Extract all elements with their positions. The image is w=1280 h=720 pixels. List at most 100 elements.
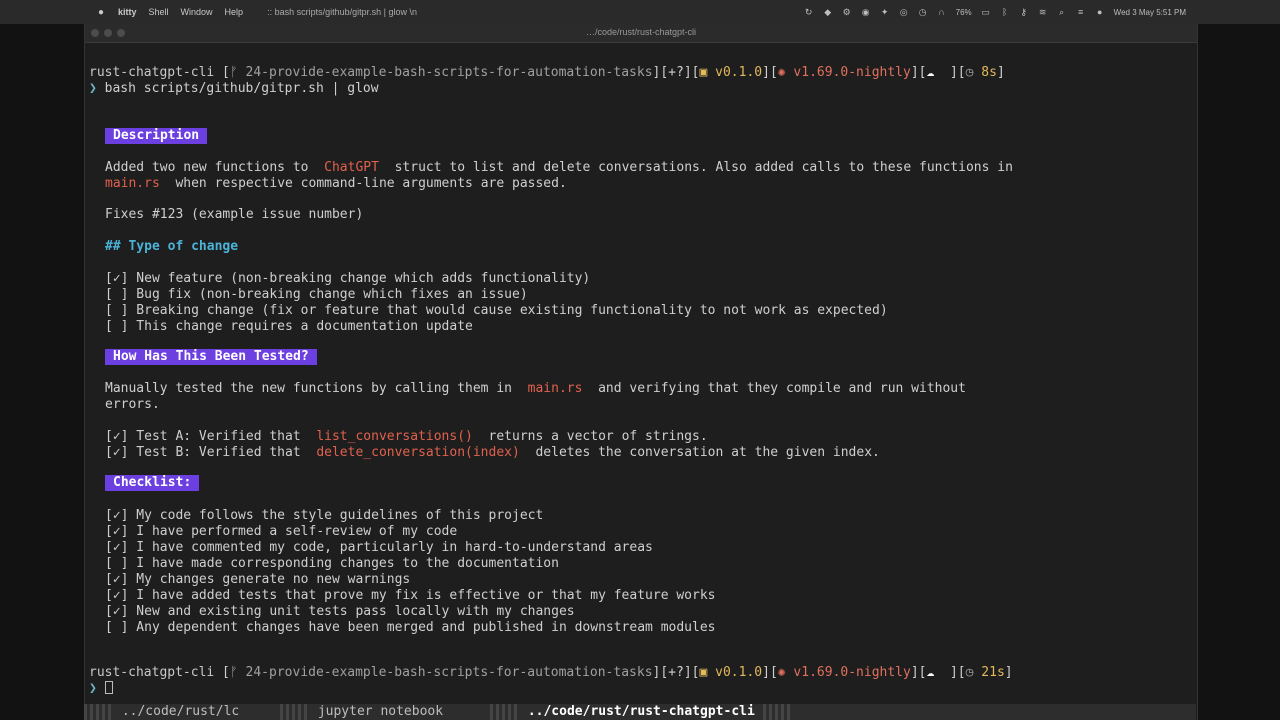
wifi-icon[interactable]: ≋: [1038, 7, 1048, 17]
extension-icon[interactable]: ◆: [823, 7, 833, 17]
inline-code: ChatGPT: [316, 160, 387, 175]
test-text: deletes the conversation at the given in…: [527, 445, 880, 460]
checklist-item: [✓] My changes generate no new warnings: [105, 572, 411, 587]
shell-prompt: rust-chatgpt-cli [ᚠ 24-provide-example-b…: [89, 65, 1005, 81]
tested-text: and verifying that they compile and run …: [590, 381, 966, 396]
description-heading: Description: [105, 128, 208, 144]
status-area: ↻ ◆ ⚙ ◉ ✦ ◎ ◷ ∩ 76% ▭ ᛒ ⚷ ≋ ⌕ ≡ ● Wed 3 …: [804, 0, 1186, 24]
git-branch-name: 24-provide-example-bash-scripts-for-auto…: [237, 65, 653, 80]
record-icon[interactable]: ◎: [899, 7, 909, 17]
checklist-item: [ ] Breaking change (fix or feature that…: [105, 303, 888, 318]
fixes-line: Fixes #123 (example issue number): [105, 207, 364, 222]
rust-version: ✺ v1.69.0-nightly: [778, 665, 911, 680]
tab-label: ../code/rust/lc: [114, 704, 248, 719]
rust-icon: ✺: [777, 665, 786, 680]
rust-version-text: v1.69.0-nightly: [785, 665, 911, 680]
checklist-item: [✓] I have commented my code, particular…: [105, 540, 653, 555]
search-icon[interactable]: ⌕: [1057, 7, 1067, 17]
input-line[interactable]: ❯: [89, 681, 113, 697]
rust-icon: ✺: [777, 65, 786, 80]
command-line: ❯ bash scripts/github/gitpr.sh | glow: [89, 81, 379, 97]
cmd-duration-text: 21s: [973, 665, 1005, 680]
prompt-dir: rust-chatgpt-cli: [89, 65, 215, 80]
checklist-item: [ ] This change requires a documentation…: [105, 319, 473, 334]
tab-separator: [490, 704, 520, 720]
cmd-duration: ◷ 21s: [966, 665, 1005, 680]
menu-item-help[interactable]: Help: [225, 7, 244, 17]
package-version-text: v0.1.0: [707, 65, 763, 80]
tested-heading-line: How Has This Been Tested?: [105, 349, 317, 365]
description-text: struct to list and delete conversations.…: [386, 160, 1013, 175]
checklist-item: [✓] New and existing unit tests pass loc…: [105, 604, 575, 619]
menu-datetime: Wed 3 May 5:51 PM: [1113, 7, 1186, 17]
package-version-text: v0.1.0: [707, 665, 763, 680]
tab-rust-chatgpt-cli[interactable]: ../code/rust/rust-chatgpt-cli: [490, 704, 793, 720]
github-icon[interactable]: ◉: [861, 7, 871, 17]
settings-icon[interactable]: ⚙: [842, 7, 852, 17]
description-line: main.rs when respective command-line arg…: [105, 176, 567, 192]
tab-separator: [280, 704, 310, 720]
command-text: bash scripts/github/gitpr.sh | glow: [96, 81, 379, 96]
rust-version-text: v1.69.0-nightly: [785, 65, 911, 80]
tab-separator: [762, 704, 793, 720]
description-line: Added two new functions to ChatGPT struc…: [105, 160, 1013, 176]
checklist-item: [ ] I have made corresponding changes to…: [105, 556, 559, 571]
inline-code: main.rs: [105, 176, 160, 191]
checklist-heading: Checklist:: [105, 475, 200, 491]
key-icon[interactable]: ⚷: [1019, 7, 1029, 17]
battery-icon[interactable]: ▭: [981, 7, 991, 17]
cmd-duration: ◷ 8s: [966, 65, 997, 80]
git-status: ][+?][: [652, 665, 700, 680]
inline-code: list_conversations(): [308, 429, 481, 444]
test-text: [✓] Test A: Verified that: [105, 429, 309, 444]
text-cursor: [104, 681, 113, 694]
checklist-item: [✓] New feature (non-breaking change whi…: [105, 271, 591, 286]
tested-line: Manually tested the new functions by cal…: [105, 381, 966, 397]
checklist-heading-line: Checklist:: [105, 475, 200, 491]
checklist-item: [✓] My code follows the style guidelines…: [105, 508, 544, 523]
apple-icon[interactable]: ●: [96, 7, 106, 18]
prompt-separator: ][: [762, 65, 778, 80]
checklist-item: [ ] Any dependent changes have been merg…: [105, 620, 716, 635]
tab-jupyter-notebook[interactable]: jupyter notebook: [280, 704, 451, 720]
test-item: [✓] Test B: Verified that delete_convers…: [105, 445, 880, 461]
test-text: [✓] Test B: Verified that: [105, 445, 309, 460]
prompt-bracket: [: [214, 665, 230, 680]
control-center-icon[interactable]: ≡: [1076, 7, 1086, 17]
prompt-bracket: [: [214, 65, 230, 80]
tab-lc[interactable]: ../code/rust/lc: [84, 704, 247, 720]
inline-code: delete_conversation(index): [308, 445, 528, 460]
menu-item-shell[interactable]: Shell: [149, 7, 169, 17]
tab-label: jupyter notebook: [310, 704, 451, 719]
siri-icon[interactable]: ●: [1095, 7, 1105, 17]
checklist-item: [✓] I have performed a self-review of my…: [105, 524, 458, 539]
description-text: when respective command-line arguments a…: [159, 176, 567, 191]
window-title: …/code/rust/rust-chatgpt-cli: [585, 27, 697, 37]
vpn-icon[interactable]: ✦: [880, 7, 890, 17]
prompt-separator: ][: [910, 665, 927, 680]
test-item: [✓] Test A: Verified that list_conversat…: [105, 429, 708, 445]
prompt-separator: ][: [762, 665, 778, 680]
battery-percent: 76%: [955, 7, 972, 17]
menu-app-name[interactable]: kitty: [118, 7, 137, 17]
test-text: returns a vector of strings.: [480, 429, 708, 444]
prompt-symbol: ❯: [89, 81, 97, 96]
tested-heading: How Has This Been Tested?: [105, 349, 317, 365]
sync-icon[interactable]: ↻: [804, 7, 814, 17]
clock-icon[interactable]: ◷: [918, 7, 928, 17]
tested-line: errors.: [105, 397, 160, 412]
shell-prompt: rust-chatgpt-cli [ᚠ 24-provide-example-b…: [89, 665, 1013, 681]
prompt-separator: ][: [934, 65, 966, 80]
menu-item-window[interactable]: Window: [181, 7, 213, 17]
git-branch-name: 24-provide-example-bash-scripts-for-auto…: [237, 665, 653, 680]
bluetooth-icon[interactable]: ᛒ: [1000, 7, 1010, 17]
git-branch: ᚠ 24-provide-example-bash-scripts-for-au…: [230, 665, 653, 680]
type-of-change-heading: ## Type of change: [105, 239, 239, 254]
menu-window-title: :: bash scripts/github/gitpr.sh | glow \…: [267, 7, 417, 17]
tab-bar: ../code/rust/lc jupyter notebook ../code…: [84, 704, 1196, 720]
tab-label: ../code/rust/rust-chatgpt-cli: [520, 704, 763, 719]
headphones-icon[interactable]: ∩: [937, 7, 947, 17]
git-branch: ᚠ 24-provide-example-bash-scripts-for-au…: [230, 65, 653, 80]
checklist-item: [✓] I have added tests that prove my fix…: [105, 588, 716, 603]
package-version: ▣ v0.1.0: [700, 65, 763, 80]
